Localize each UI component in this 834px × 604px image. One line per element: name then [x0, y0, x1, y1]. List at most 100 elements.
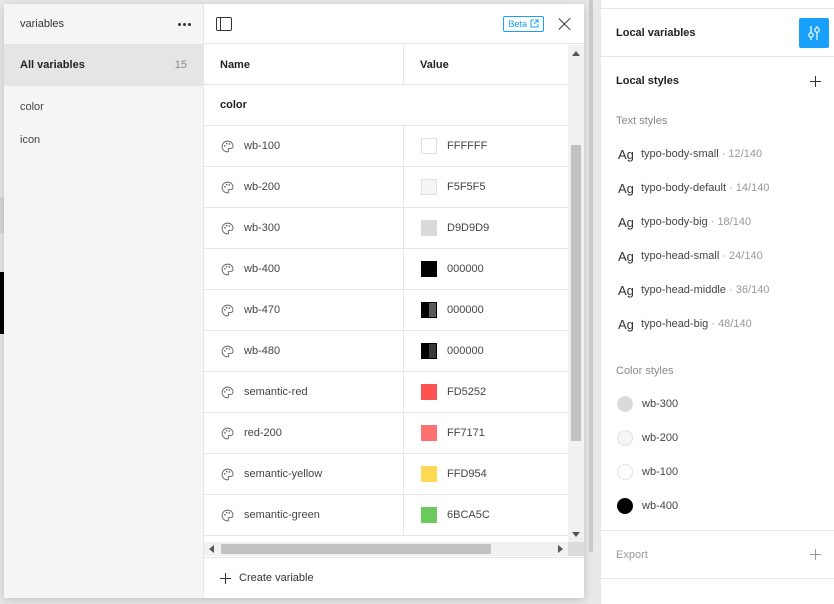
variable-rows: wb-100 FFFFFF wb-200 F5F5F5 wb-300 D9D9D9 wb-4…	[204, 126, 568, 536]
scroll-up-icon[interactable]	[572, 51, 580, 56]
scroll-down-icon[interactable]	[572, 532, 580, 537]
scroll-right-icon[interactable]	[558, 545, 563, 553]
color-swatch[interactable]	[421, 425, 437, 441]
variable-row[interactable]: semantic-yellow FFD954	[204, 454, 568, 495]
variable-value-cell[interactable]: FD5252	[404, 372, 568, 412]
variable-name: semantic-green	[244, 509, 320, 521]
text-style-name: typo-body-big	[641, 216, 708, 228]
color-styles-label: Color styles	[616, 365, 674, 377]
color-style-item[interactable]: wb-100	[601, 455, 834, 489]
variable-value-cell[interactable]: D9D9D9	[404, 208, 568, 248]
variable-row[interactable]: wb-480 000000	[204, 331, 568, 372]
variable-row[interactable]: wb-200 F5F5F5	[204, 167, 568, 208]
beta-badge[interactable]: Beta	[503, 15, 544, 32]
variable-name: wb-200	[244, 181, 281, 193]
color-swatch[interactable]	[421, 507, 437, 523]
color-style-item[interactable]: wb-200	[601, 421, 834, 455]
color-swatch[interactable]	[421, 220, 437, 236]
close-icon[interactable]	[558, 17, 572, 31]
color-style-name: wb-300	[642, 398, 679, 410]
design-panel: Local variables Local styles Text styles…	[600, 0, 834, 604]
scrollbar-thumb[interactable]	[589, 0, 593, 552]
text-style-meta: · 12/140	[721, 148, 763, 160]
color-swatch[interactable]	[421, 343, 437, 359]
create-variable-button[interactable]: Create variable	[204, 557, 584, 598]
text-style-item[interactable]: Ag typo-body-small · 12/140	[601, 137, 834, 171]
variable-name-cell[interactable]: wb-400	[204, 249, 404, 289]
variable-row[interactable]: wb-100 FFFFFF	[204, 126, 568, 167]
add-export-icon[interactable]	[810, 549, 821, 560]
variable-row[interactable]: red-200 FF7171	[204, 413, 568, 454]
palette-icon	[221, 468, 234, 481]
canvas-scrollbar[interactable]	[588, 0, 594, 604]
text-style-icon: Ag	[618, 282, 634, 298]
variable-value: FD5252	[447, 386, 487, 398]
variable-name-cell[interactable]: wb-470	[204, 290, 404, 330]
group-item-icon[interactable]: icon	[4, 123, 203, 156]
variable-name-cell[interactable]: semantic-green	[204, 495, 404, 535]
more-options-icon[interactable]	[178, 22, 191, 26]
variable-name-cell[interactable]: semantic-yellow	[204, 454, 404, 494]
variable-name-cell[interactable]: wb-480	[204, 331, 404, 371]
variable-value-cell[interactable]: 6BCA5C	[404, 495, 568, 535]
panel-top-strip	[601, 0, 834, 9]
variable-name: semantic-red	[244, 386, 308, 398]
text-style-item[interactable]: Ag typo-head-middle · 36/140	[601, 273, 834, 307]
open-variables-button[interactable]	[799, 17, 829, 48]
text-style-item[interactable]: Ag typo-head-big · 48/140	[601, 307, 834, 341]
external-link-icon	[530, 19, 539, 28]
scrollbar-thumb[interactable]	[221, 544, 491, 554]
color-swatch[interactable]	[421, 302, 437, 318]
table-header: Name Value	[204, 45, 568, 85]
variable-value-cell[interactable]: 000000	[404, 290, 568, 330]
variable-row[interactable]: wb-470 000000	[204, 290, 568, 331]
horizontal-scrollbar[interactable]	[204, 542, 568, 556]
variable-value-cell[interactable]: 000000	[404, 331, 568, 371]
color-swatch[interactable]	[421, 179, 437, 195]
variable-value-cell[interactable]: 000000	[404, 249, 568, 289]
variable-name-cell[interactable]: semantic-red	[204, 372, 404, 412]
scroll-left-icon[interactable]	[209, 545, 214, 553]
color-swatch[interactable]	[421, 261, 437, 277]
text-style-meta: · 48/140	[711, 318, 752, 330]
variable-name-cell[interactable]: wb-200	[204, 167, 404, 207]
text-style-item[interactable]: Ag typo-body-default · 14/140	[601, 171, 834, 205]
variable-name-cell[interactable]: red-200	[204, 413, 404, 453]
variable-name-cell[interactable]: wb-100	[204, 126, 404, 166]
toggle-sidebar-icon[interactable]	[216, 16, 232, 31]
beta-label: Beta	[508, 18, 527, 29]
variable-row[interactable]: semantic-red FD5252	[204, 372, 568, 413]
variable-row[interactable]: wb-400 000000	[204, 249, 568, 290]
variable-value-cell[interactable]: F5F5F5	[404, 167, 568, 207]
color-swatch[interactable]	[421, 466, 437, 482]
color-swatch[interactable]	[421, 138, 437, 154]
add-style-icon[interactable]	[810, 75, 821, 87]
text-style-name: typo-head-big	[641, 318, 709, 330]
scrollbar-thumb[interactable]	[571, 145, 581, 441]
variable-value-cell[interactable]: FFD954	[404, 454, 568, 494]
color-style-item[interactable]: wb-300	[601, 387, 834, 421]
variable-value-cell[interactable]: FF7171	[404, 413, 568, 453]
vertical-scrollbar[interactable]	[568, 45, 584, 543]
all-variables-item[interactable]: All variables 15	[4, 44, 203, 86]
group-item-color[interactable]: color	[4, 90, 203, 123]
export-row[interactable]: Export	[601, 531, 834, 579]
color-swatch[interactable]	[421, 384, 437, 400]
modal-header: Beta	[204, 4, 584, 44]
variable-row[interactable]: wb-300 D9D9D9	[204, 208, 568, 249]
text-style-item[interactable]: Ag typo-body-big · 18/140	[601, 205, 834, 239]
variable-name-cell[interactable]: wb-300	[204, 208, 404, 248]
column-header-name[interactable]: Name	[204, 45, 404, 84]
color-style-item[interactable]: wb-400	[601, 489, 834, 523]
text-style-icon: Ag	[618, 316, 634, 332]
collection-title[interactable]: variables	[20, 18, 64, 30]
column-header-value[interactable]: Value	[404, 45, 568, 84]
palette-icon	[221, 345, 234, 358]
text-style-item[interactable]: Ag typo-head-small · 24/140	[601, 239, 834, 273]
color-style-swatch	[617, 498, 633, 514]
variable-value-cell[interactable]: FFFFFF	[404, 126, 568, 166]
variable-name: red-200	[244, 427, 282, 439]
text-style-meta: · 24/140	[722, 250, 763, 262]
variable-row[interactable]: semantic-green 6BCA5C	[204, 495, 568, 536]
color-styles-list: wb-300 wb-200 wb-100 wb-400	[601, 387, 834, 523]
